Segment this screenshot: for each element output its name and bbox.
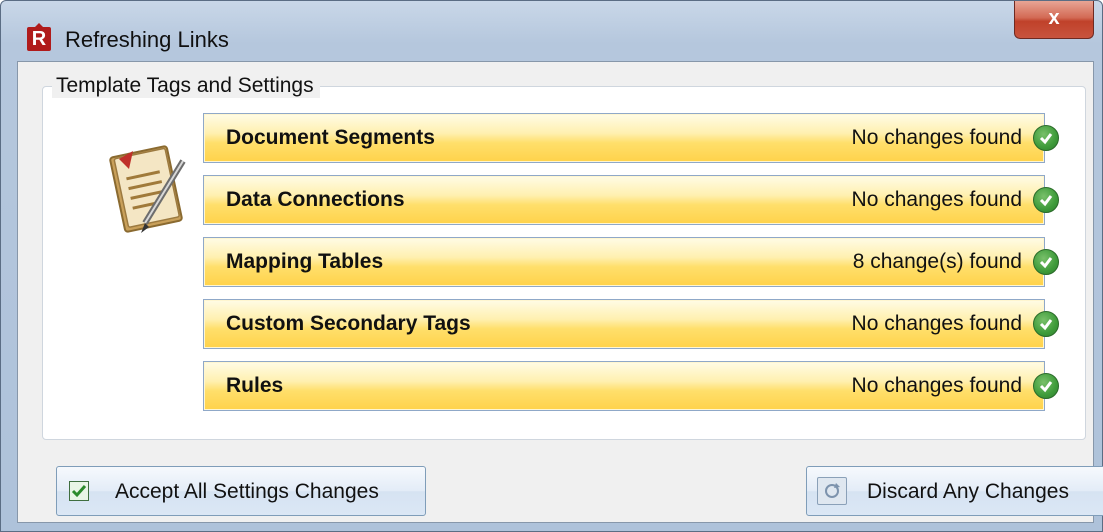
row-name: Document Segments	[226, 126, 435, 149]
refreshing-links-dialog: R Refreshing Links x Document Segments N…	[0, 0, 1103, 532]
row-status: 8 change(s) found	[852, 250, 1022, 273]
check-circle-icon	[1033, 125, 1059, 151]
accept-all-settings-button[interactable]: Accept All Settings Changes	[56, 466, 426, 516]
dialog-client-area: Document Segments No changes found Data …	[17, 61, 1103, 523]
title-bar[interactable]: R Refreshing Links x	[1, 1, 1102, 65]
row-name: Data Connections	[226, 188, 405, 211]
checkbox-check-icon	[69, 481, 89, 501]
check-circle-icon	[1033, 373, 1059, 399]
row-custom-secondary-tags[interactable]: Custom Secondary Tags No changes found	[203, 299, 1045, 349]
row-name: Mapping Tables	[226, 250, 384, 273]
row-status: No changes found	[851, 126, 1022, 149]
close-button[interactable]: x	[1014, 1, 1094, 39]
check-circle-icon	[1033, 187, 1059, 213]
row-data-connections[interactable]: Data Connections No changes found	[203, 175, 1045, 225]
row-name: Custom Secondary Tags	[226, 312, 471, 335]
window-title: Refreshing Links	[65, 27, 229, 52]
group-label: Template Tags and Settings	[52, 74, 320, 98]
discard-button-label: Discard Any Changes	[867, 480, 1069, 503]
discard-refresh-icon	[817, 477, 847, 505]
row-status: No changes found	[851, 188, 1022, 211]
row-document-segments[interactable]: Document Segments No changes found	[203, 113, 1045, 163]
row-name: Rules	[226, 374, 284, 397]
check-circle-icon	[1033, 249, 1059, 275]
discard-changes-button[interactable]: Discard Any Changes	[806, 466, 1103, 516]
row-mapping-tables[interactable]: Mapping Tables 8 change(s) found	[203, 237, 1045, 287]
row-status: No changes found	[851, 374, 1022, 397]
document-edit-icon	[103, 139, 195, 237]
row-rules[interactable]: Rules No changes found	[203, 361, 1045, 411]
accept-button-label: Accept All Settings Changes	[115, 480, 379, 503]
row-status: No changes found	[851, 312, 1022, 335]
check-circle-icon	[1033, 311, 1059, 337]
app-logo-icon: R	[27, 27, 51, 51]
template-tags-group: Document Segments No changes found Data …	[42, 86, 1086, 440]
